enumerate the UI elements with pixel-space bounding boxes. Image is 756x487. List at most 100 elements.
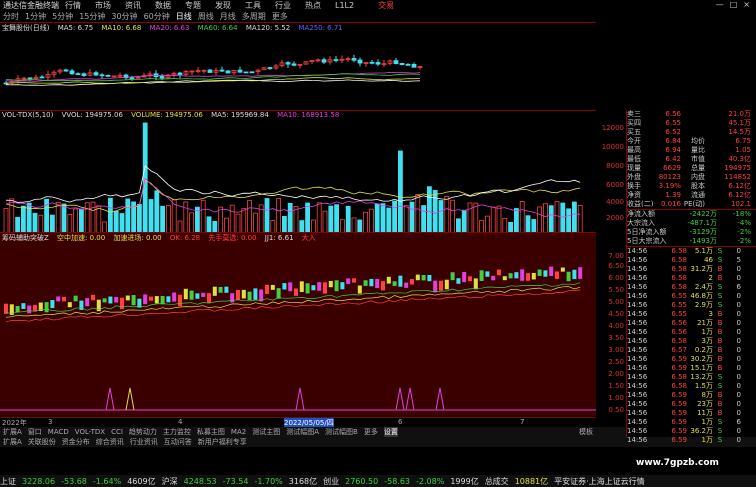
tab[interactable]: 趋势动力 <box>129 427 157 437</box>
tick-row[interactable]: 14:56 6.55 3 B 0 <box>627 310 756 319</box>
menu-item-tools[interactable]: 工具 <box>245 0 261 11</box>
tick-row[interactable]: 14:56 6.59 36.2万 S 0 <box>627 427 756 436</box>
tick-list[interactable]: 14:56 6.58 5.1万 S 0 14:56 6.58 46 S 5 14:56 6.58 31.… <box>627 246 756 445</box>
period-tab[interactable]: 15分钟 <box>79 11 105 22</box>
tab[interactable]: 测试幅图A <box>286 427 319 437</box>
tick-row[interactable]: 14:56 6.56 21万 B 0 <box>627 319 756 328</box>
index-label[interactable]: 沪深 <box>162 476 178 487</box>
tab[interactable]: 主力监控 <box>163 427 191 437</box>
indicator-title: 筹码辅助突破Z <box>2 234 49 242</box>
info-tab[interactable]: 新用户福利专享 <box>198 437 247 447</box>
menu-item-l1l2[interactable]: L1L2 <box>335 1 354 10</box>
menu-item-industry[interactable]: 行业 <box>275 0 291 11</box>
tick-row[interactable]: 14:56 6.58 46 S 5 <box>627 256 756 265</box>
info-tab[interactable]: 关联股份 <box>28 437 56 447</box>
period-tab[interactable]: 1分钟 <box>25 11 46 22</box>
period-tab-selected[interactable]: 日线 <box>176 11 192 22</box>
maximize-button[interactable]: □ <box>730 0 738 9</box>
tick-row[interactable]: 14:56 6.58 2.4万 S 6 <box>627 283 756 292</box>
tick-row[interactable]: 14:56 6.59 30.2万 B 0 <box>627 355 756 364</box>
status-news[interactable]: 平安证券·上海上证云行情 <box>554 476 645 487</box>
tab[interactable]: 扩展A <box>3 427 22 437</box>
tick-cell: 5 <box>736 256 741 264</box>
info-tab[interactable]: 扩展A <box>3 437 22 447</box>
tab[interactable]: MA2 <box>231 428 246 436</box>
tick-row[interactable]: 14:56 6.55 2.9万 S 0 <box>627 301 756 310</box>
tab[interactable]: 更多 <box>364 427 378 437</box>
menu-item-market[interactable]: 市场 <box>95 0 111 11</box>
menu-item-topic[interactable]: 专题 <box>185 0 201 11</box>
info-tab[interactable]: 互动问答 <box>164 437 192 447</box>
tick-row[interactable]: 14:56 6.58 5.1万 S 0 <box>627 247 756 256</box>
tab[interactable]: 窗口 <box>28 427 42 437</box>
menu-item-discover[interactable]: 发现 <box>215 0 231 11</box>
tick-cell: S <box>717 283 723 291</box>
kline-panel[interactable]: 宝舞股份(日线) MA5: 6.75 MA10: 6.68 MA20: 6.63… <box>0 22 596 111</box>
tick-row[interactable]: 14:56 6.59 1万 S 6 <box>627 418 756 427</box>
quote-row-cell: 40.3亿 <box>728 155 751 163</box>
index-label[interactable]: 上证 <box>0 476 16 487</box>
tick-row[interactable]: 14:56 6.58 1.5万 S 0 <box>627 382 756 391</box>
period-tab[interactable]: 多周期 <box>242 11 266 22</box>
trade-button[interactable]: 交易 <box>378 0 394 11</box>
tick-row[interactable]: 14:56 6.59 11万 B 0 <box>627 409 756 418</box>
quote-row: 净资 1.39 流通 6.12亿 <box>627 191 756 200</box>
index-label[interactable]: 创业 <box>323 476 339 487</box>
tick-cell: S <box>717 373 723 381</box>
menu-item-quote[interactable]: 行情 <box>65 0 81 11</box>
tab[interactable]: 私募主图 <box>197 427 225 437</box>
period-tab[interactable]: 30分钟 <box>111 11 137 22</box>
period-tab[interactable]: 分时 <box>3 11 19 22</box>
kline-candle <box>375 62 381 65</box>
tick-cell: 0 <box>736 319 741 327</box>
tick-row[interactable]: 14:56 6.57 0.2万 B 0 <box>627 346 756 355</box>
tick-cell: B <box>717 328 723 336</box>
tick-row[interactable]: 14:56 6.59 15.1万 B 0 <box>627 364 756 373</box>
volume-bar <box>339 219 345 233</box>
info-tab[interactable]: 资金分布 <box>62 437 90 447</box>
menu-item-data[interactable]: 数据 <box>155 0 171 11</box>
tab[interactable]: CCI <box>111 428 123 436</box>
flow-row-cell: -487.1万 <box>687 219 717 227</box>
menu-item-news[interactable]: 资讯 <box>125 0 141 11</box>
period-tab[interactable]: 60分钟 <box>144 11 170 22</box>
period-tab[interactable]: 月线 <box>220 11 236 22</box>
info-tab[interactable]: 行业资讯 <box>130 437 158 447</box>
tick-row[interactable]: 14:56 6.58 31.2万 B 0 <box>627 265 756 274</box>
tab[interactable]: VOL-TDX <box>75 428 105 436</box>
tick-row[interactable]: 14:56 6.58 3万 B 0 <box>627 337 756 346</box>
period-tab[interactable]: 更多 <box>272 11 288 22</box>
indicator-panel[interactable]: 筹码辅助突破Z 空中加速: 0.00 加速进场: 0.00 OK: 6.28 先… <box>0 232 596 416</box>
volume-bar <box>55 201 61 233</box>
period-tab[interactable]: 5分钟 <box>52 11 73 22</box>
period-tab[interactable]: 周线 <box>198 11 214 22</box>
tick-cell: 0 <box>736 400 741 408</box>
tick-row[interactable]: 14:56 6.55 46.8万 S 0 <box>627 292 756 301</box>
tick-cell: 6.58 <box>671 247 687 255</box>
volume-bar <box>484 215 490 233</box>
tab[interactable]: 测试幅图B <box>325 427 358 437</box>
indicator-bar <box>27 305 32 314</box>
info-tab[interactable]: 综合资讯 <box>96 437 124 447</box>
tab[interactable]: 测试主图 <box>252 427 280 437</box>
tick-row[interactable]: 14:56 6.58 13.2万 S 0 <box>627 373 756 382</box>
volume-bar <box>421 205 427 233</box>
close-button[interactable]: × <box>743 0 750 9</box>
template-button[interactable]: 模板 <box>579 427 593 437</box>
tab-selected[interactable]: 设置 <box>383 427 398 437</box>
minimize-button[interactable]: — <box>716 0 724 9</box>
indicator-bar <box>572 269 577 280</box>
tick-row[interactable]: 14:56 6.56 1万 B 0 <box>627 328 756 337</box>
volume-title: VOL-TDX(5,10) <box>2 111 54 119</box>
volume-panel[interactable]: VOL-TDX(5,10) VVOL: 194975.06 VOLUME: 19… <box>0 110 596 233</box>
tab[interactable]: MACD <box>48 428 69 436</box>
tick-row[interactable]: 14:56 6.59 1万 S 0 <box>627 436 756 445</box>
tick-row[interactable]: 14:56 6.58 2 B 0 <box>627 274 756 283</box>
volume-bar <box>3 208 9 233</box>
tick-row[interactable]: 14:56 6.59 23万 B 0 <box>627 400 756 409</box>
menu-item-hot[interactable]: 热点 <box>305 0 321 11</box>
kline-candle <box>63 69 69 72</box>
quote-row-cell: 6.56 <box>665 110 681 118</box>
tick-row[interactable]: 14:56 6.59 8万 B 0 <box>627 391 756 400</box>
indicator-bar <box>346 278 351 284</box>
